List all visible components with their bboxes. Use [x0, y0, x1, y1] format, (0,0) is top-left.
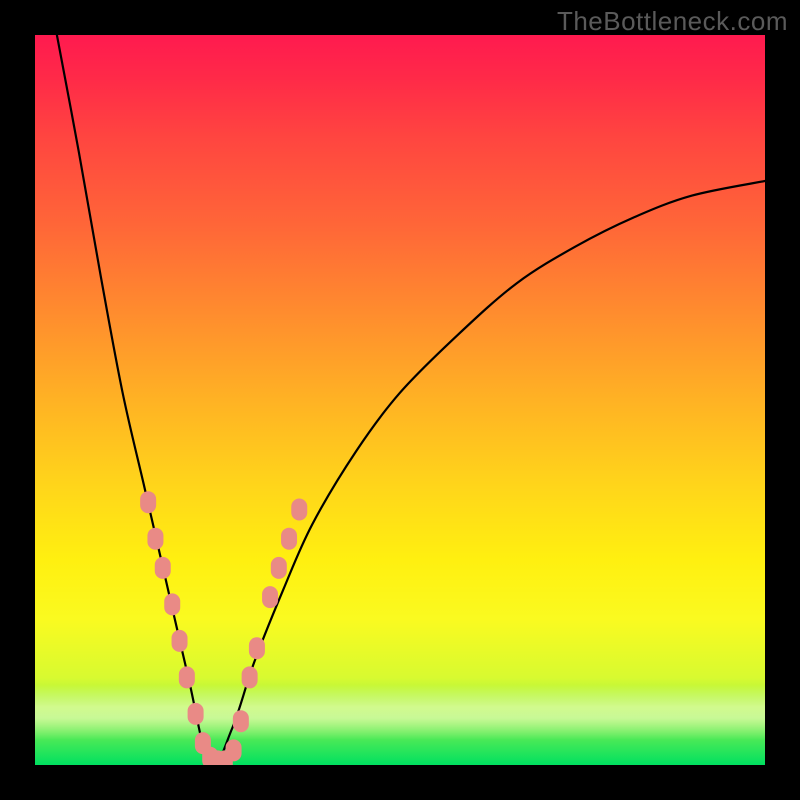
watermark-text: TheBottleneck.com — [557, 6, 788, 37]
data-marker — [140, 491, 156, 513]
data-marker — [226, 739, 242, 761]
bottleneck-curve-path — [57, 35, 765, 765]
data-marker — [188, 703, 204, 725]
chart-stage: TheBottleneck.com — [0, 0, 800, 800]
data-marker — [249, 637, 265, 659]
data-marker — [262, 586, 278, 608]
data-marker — [233, 710, 249, 732]
curve-layer — [35, 35, 765, 765]
data-marker — [281, 528, 297, 550]
marker-group — [140, 491, 307, 765]
data-marker — [147, 528, 163, 550]
data-marker — [179, 666, 195, 688]
data-marker — [164, 593, 180, 615]
data-marker — [172, 630, 188, 652]
data-marker — [155, 557, 171, 579]
plot-area — [35, 35, 765, 765]
data-marker — [291, 499, 307, 521]
data-marker — [271, 557, 287, 579]
data-marker — [242, 666, 258, 688]
